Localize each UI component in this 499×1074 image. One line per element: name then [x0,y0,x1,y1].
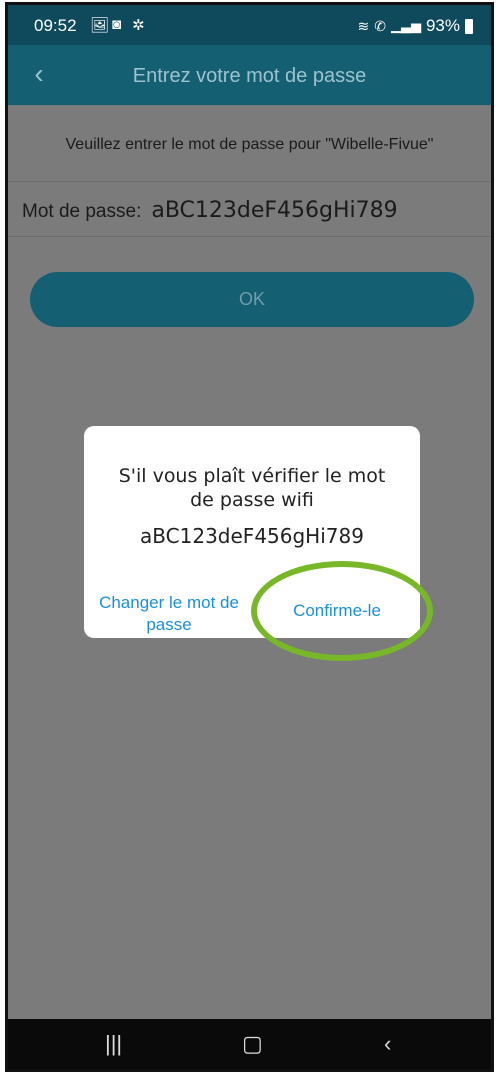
page-title: Entrez votre mot de passe [132,65,367,87]
status-bar: 09:52 🖼 ◙ ✲ ≋ ✆ ▁▃▅ 93% [8,5,491,45]
signal-icon: ▁▃▅ [390,18,421,33]
settings-icon: ✲ [132,17,145,34]
back-icon[interactable]: ‹ [384,1031,391,1057]
battery-icon [465,18,473,34]
home-icon[interactable]: ▢ [242,1031,263,1057]
dialog-message: S'il vous plaît vérifier le mot de passe… [118,465,386,511]
app-bar: ‹ Entrez votre mot de passe [8,45,491,105]
password-prompt: Veuillez entrer le mot de passe pour "Wi… [65,136,434,153]
recents-icon[interactable]: ||| [105,1031,122,1057]
password-field[interactable]: aBC123deF456gHi789 [151,198,397,223]
divider [8,236,491,237]
image-icon: 🖼 [90,17,110,34]
password-row[interactable]: Mot de passe: aBC123deF456gHi789 [22,198,398,223]
status-time: 09:52 [34,16,77,35]
confirm-highlight-circle [251,561,433,661]
navigation-bar: ||| ▢ ‹ [8,1019,491,1069]
password-label: Mot de passe: [22,201,142,222]
dialog-password: aBC123deF456gHi789 [140,524,364,548]
ok-button[interactable]: OK [30,272,474,327]
wifi-calling-icon: ✆ [374,17,386,34]
wifi-icon: ≋ [357,17,370,34]
battery-level: 93% [425,16,460,35]
change-password-button[interactable]: Changer le mot de passe [86,592,252,636]
status-right: ≋ ✆ ▁▃▅ 93% [357,16,473,36]
divider [8,181,491,182]
phone-screen: 09:52 🖼 ◙ ✲ ≋ ✆ ▁▃▅ 93% ‹ Entrez votre m… [5,2,494,1072]
notification-icon: ◙ [112,16,122,33]
